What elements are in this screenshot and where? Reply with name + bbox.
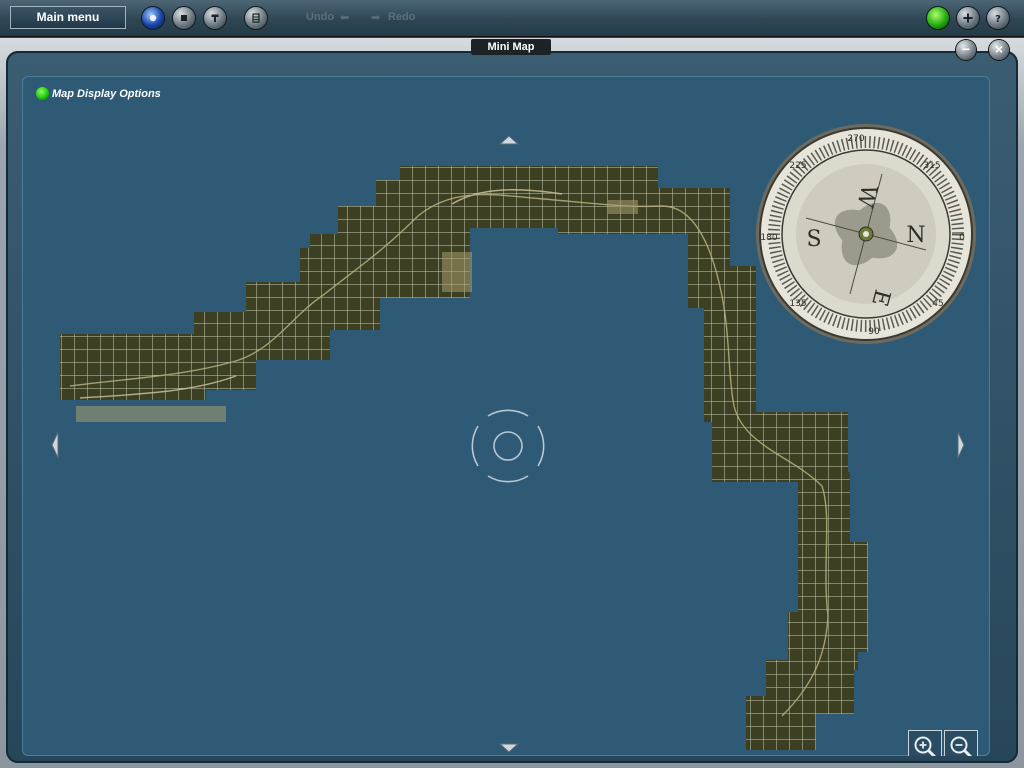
undo-arrow-icon: ⬅: [340, 12, 350, 24]
grid-icon[interactable]: [245, 7, 267, 29]
status-led-icon[interactable]: [927, 7, 949, 29]
pan-down-arrow[interactable]: [498, 743, 520, 753]
close-button[interactable]: ×: [989, 40, 1009, 60]
compass-degree-45: 45: [932, 299, 943, 309]
svg-text:?: ?: [995, 14, 1001, 23]
pan-left-arrow[interactable]: [51, 431, 59, 459]
tool-icon[interactable]: [204, 7, 226, 29]
zoom-out-icon: [950, 736, 973, 756]
main-menu-button[interactable]: Main menu: [10, 6, 126, 29]
map-view[interactable]: Map Display Options W N S E 270 315 0 45…: [22, 76, 990, 756]
add-icon[interactable]: [957, 7, 979, 29]
window-title: Mini Map: [471, 39, 551, 55]
compass-icon: W N S E 270 315 0 45 90 135 180 225: [756, 124, 976, 344]
zoom-in-icon: [914, 736, 937, 756]
mini-map-window: Mini Map − × Map Display Options W N S E…: [0, 38, 1024, 768]
compass-degree-0: 0: [959, 233, 965, 243]
compass-degree-135: 135: [789, 299, 806, 309]
zoom-out-button[interactable]: [944, 730, 978, 756]
redo-arrow-icon: ➡: [371, 12, 381, 24]
redo-button[interactable]: Redo: [388, 11, 416, 23]
compass-letter-n: N: [906, 223, 925, 248]
compass-degree-90: 90: [868, 327, 880, 337]
compass-degree-270: 270: [847, 134, 864, 144]
help-icon[interactable]: ?: [987, 7, 1009, 29]
minimize-button[interactable]: −: [956, 40, 976, 60]
compass-degree-225: 225: [789, 161, 806, 171]
compass-degree-315: 315: [923, 161, 940, 171]
map-canvas: W N S E 270 315 0 45 90 135 180 225: [51, 124, 976, 753]
undo-button[interactable]: Undo: [306, 11, 334, 23]
compass-letter-s: S: [806, 227, 821, 252]
globe-icon[interactable]: [142, 7, 164, 29]
pan-up-arrow[interactable]: [498, 135, 520, 145]
zoom-in-button[interactable]: [908, 730, 942, 756]
top-toolbar: Main menu Undo ⬅ ➡ Redo ?: [0, 0, 1024, 37]
crosshair-icon: [471, 409, 545, 483]
stop-icon[interactable]: [173, 7, 195, 29]
compass-degree-180: 180: [760, 233, 777, 243]
pan-right-arrow[interactable]: [957, 431, 965, 459]
